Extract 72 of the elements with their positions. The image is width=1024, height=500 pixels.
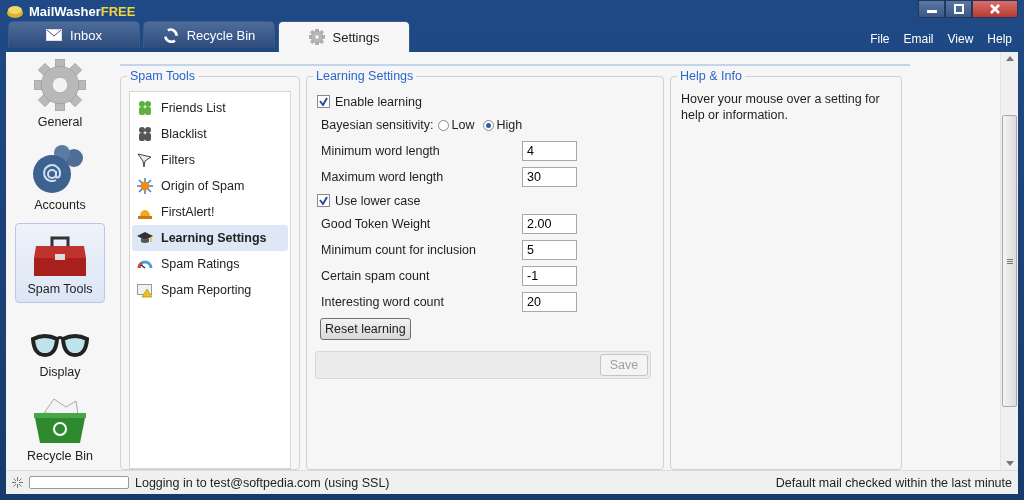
sidebar-item[interactable]: General — [8, 56, 112, 136]
group-title: Help & Info — [677, 69, 745, 83]
recycle-icon — [162, 27, 179, 43]
list-item[interactable]: Friends List — [132, 95, 288, 121]
field-label: Bayesian sensitivity: — [320, 118, 435, 132]
status-text: Logging in to test@softpedia.com (using SSL) — [135, 475, 390, 490]
list-item[interactable]: Spam Ratings — [132, 251, 288, 277]
menu-item[interactable]: View — [947, 32, 974, 46]
app-title: MailWasherFREE — [29, 3, 136, 19]
field-label: Good Token Weight — [320, 217, 432, 231]
group-title: Spam Tools — [127, 69, 199, 83]
close-icon — [990, 4, 1000, 14]
status-text: Default mail checked within the last minute — [775, 475, 1012, 490]
sidebar-item[interactable]: Display — [8, 306, 112, 387]
tab[interactable]: Inbox — [8, 21, 140, 48]
scrollbar[interactable] — [1000, 52, 1018, 470]
graduation-cap-icon — [137, 230, 153, 246]
people-icon — [137, 126, 153, 142]
tab[interactable]: Recycle Bin — [143, 21, 275, 48]
tab[interactable]: Settings — [278, 21, 410, 52]
checkmark-icon — [319, 196, 328, 205]
grip-icon — [1006, 258, 1013, 264]
radio-button[interactable]: Low — [437, 118, 475, 132]
input-field[interactable]: 20 — [522, 292, 577, 312]
sidebar-item[interactable]: Accounts — [8, 139, 112, 220]
list-item[interactable]: Learning Settings — [132, 225, 288, 251]
checkbox-label: Enable learning — [335, 94, 422, 109]
minimize-icon — [926, 10, 937, 13]
input-field[interactable]: -1 — [522, 266, 577, 286]
field-label: Minimum word length — [320, 144, 441, 158]
help-text: Hover your mouse over a setting for help or information. — [680, 91, 881, 123]
field-label: Interesting word count — [320, 295, 445, 309]
gear-icon — [34, 58, 86, 111]
minimize-button[interactable] — [918, 0, 945, 18]
list-item[interactable]: Origin of Spam — [132, 173, 288, 199]
scroll-down-icon — [1005, 461, 1014, 466]
list-item[interactable]: Spam Reporting — [132, 277, 288, 303]
close-button[interactable] — [972, 0, 1018, 18]
checkmark-icon — [319, 97, 328, 106]
checkbox-label: Use lower case — [335, 193, 421, 208]
list-item[interactable]: Filters — [132, 147, 288, 173]
list-item[interactable]: FirstAlert! — [132, 199, 288, 225]
list-item[interactable]: Blacklist — [132, 121, 288, 147]
input-field[interactable]: 2.00 — [522, 214, 577, 234]
maximize-icon — [953, 4, 964, 14]
funnel-icon — [137, 152, 153, 168]
sidebar-item[interactable]: Recycle Bin — [8, 390, 112, 470]
checkbox[interactable] — [317, 194, 330, 207]
sidebar-item[interactable]: Spam Tools — [15, 223, 105, 303]
menu-item[interactable]: File — [870, 32, 890, 46]
spinner-icon — [12, 477, 23, 488]
sun-icon — [137, 178, 153, 194]
field-label: Maximum word length — [320, 170, 445, 184]
app-logo-icon — [6, 4, 24, 18]
field-label: Minimum count for inclusion — [320, 243, 477, 257]
envelope-icon — [46, 29, 63, 41]
menu-item[interactable]: Email — [903, 32, 934, 46]
field-label: Certain spam count — [320, 269, 431, 283]
scroll-thumb[interactable] — [1002, 115, 1017, 407]
input-field[interactable]: 4 — [522, 141, 577, 161]
maximize-button[interactable] — [945, 0, 972, 18]
radio-button[interactable]: High — [482, 118, 523, 132]
input-field[interactable]: 5 — [522, 240, 577, 260]
gear-icon — [308, 29, 325, 45]
reset-button[interactable]: Reset learning — [320, 318, 411, 340]
warning-envelope-icon — [137, 282, 153, 298]
people-icon — [137, 100, 153, 116]
checkbox[interactable] — [317, 95, 330, 108]
menu-item[interactable]: Help — [987, 32, 1012, 46]
group-title: Learning Settings — [313, 69, 417, 83]
scroll-up-icon — [1005, 56, 1014, 61]
input-field[interactable]: 30 — [522, 167, 577, 187]
